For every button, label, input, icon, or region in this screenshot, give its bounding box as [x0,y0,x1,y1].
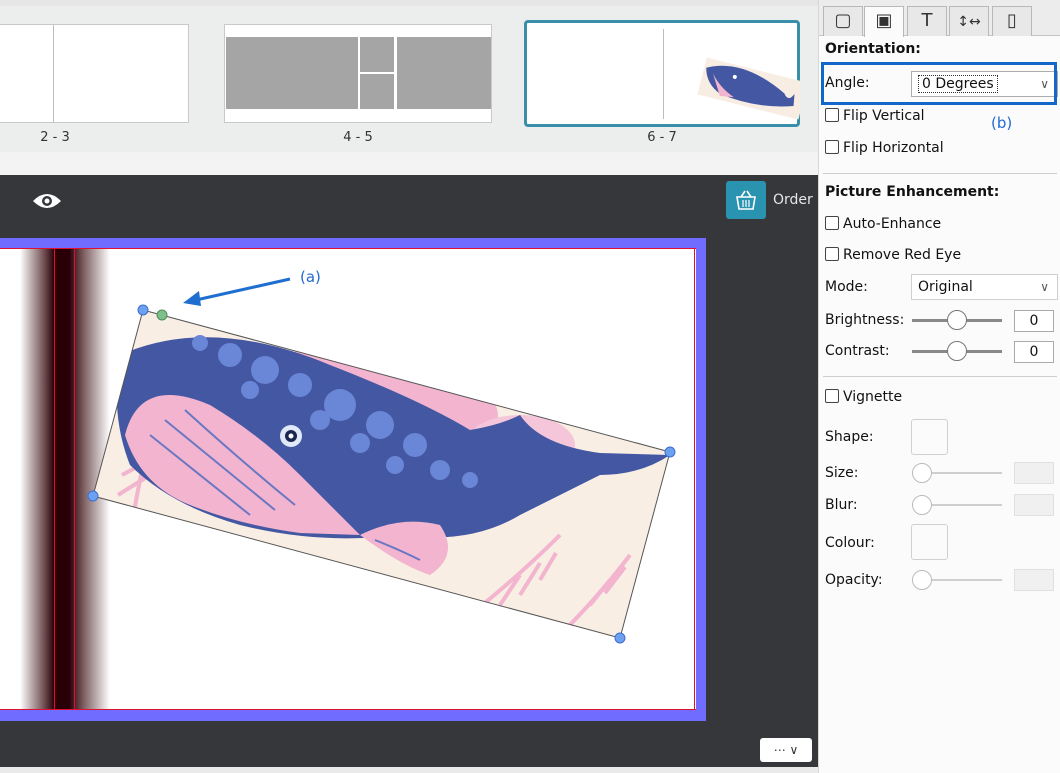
flip-vertical-checkbox[interactable]: Flip Vertical [825,108,925,124]
slider-knob[interactable] [912,463,932,483]
more-options-button[interactable]: ⋯ ∨ [760,738,812,762]
rotate-handle[interactable] [156,309,168,321]
contrast-label: Contrast: [825,343,890,359]
brightness-slider[interactable] [912,309,1002,331]
strip-top-border [0,0,818,6]
remove-red-eye-label: Remove Red Eye [843,247,962,263]
shape-picker[interactable] [911,419,948,455]
thumbnail-photo-bottom [360,74,394,109]
annotation-arrow [195,277,291,302]
slider-knob[interactable] [947,310,967,330]
enhancement-heading: Picture Enhancement: [825,184,1000,200]
properties-panel: ▢ ▣ T ↕↔ ▯ Orientation: Angle: 0 Degrees… [818,0,1060,773]
size-slider[interactable] [912,462,1002,484]
mode-value: Original [918,279,973,295]
tab-text[interactable]: T [907,6,947,36]
slider-knob[interactable] [947,341,967,361]
colour-picker[interactable] [911,524,948,560]
auto-enhance-checkbox[interactable]: Auto-Enhance [825,216,941,232]
thumbnail-strip: 2 - 3 4 - 5 6 - 7 [0,0,818,175]
brightness-label: Brightness: [825,312,905,328]
size-label: Size: [825,465,859,481]
checkbox-icon [825,389,839,403]
checkbox-icon [825,140,839,154]
thumbnail-label-4-5: 4 - 5 [343,130,373,145]
flip-vertical-label: Flip Vertical [843,108,925,124]
tab-page[interactable]: ▯ [992,6,1032,36]
annotation-b: (b) [991,114,1013,132]
text-icon: T [921,10,933,31]
flip-horizontal-label: Flip Horizontal [843,140,944,156]
resize-handle-right[interactable] [664,446,676,458]
opacity-slider[interactable] [912,569,1002,591]
shape-label: Shape: [825,429,874,445]
vignette-checkbox[interactable]: Vignette [825,389,902,405]
blur-value-field[interactable] [1014,494,1054,516]
thumbnail-spread-6-7-selected[interactable] [524,20,800,127]
remove-red-eye-checkbox[interactable]: Remove Red Eye [825,247,961,263]
resize-handle-bottom-right[interactable] [614,632,626,644]
opacity-value-field[interactable] [1014,569,1054,591]
thumbnail-label-6-7: 6 - 7 [647,130,677,145]
thumbnail-label-2-3: 2 - 3 [40,130,70,145]
tab-frame[interactable]: ▢ [823,6,863,36]
canvas-bottom-strip [0,767,818,773]
editor-canvas-area: Order (a) ⋯ ∨ [0,175,818,773]
opacity-label: Opacity: [825,572,883,588]
panel-tabs: ▢ ▣ T ↕↔ ▯ [819,0,1060,37]
size-value-field[interactable] [1014,462,1054,484]
chevron-down-icon: ∨ [1040,280,1049,294]
annotation-arrowhead [183,291,201,306]
rotated-photo[interactable] [93,310,670,638]
checkbox-icon [825,108,839,122]
tab-picture[interactable]: ▣ [864,6,904,37]
section-divider [823,376,1057,377]
tab-spacing[interactable]: ↕↔ [949,6,989,36]
mode-label: Mode: [825,279,868,295]
photo-layer: (a) [87,268,676,644]
slider-knob[interactable] [912,570,932,590]
annotation-highlight-box [821,62,1057,105]
contrast-slider[interactable] [912,340,1002,362]
brightness-value-field[interactable]: 0 [1014,310,1054,332]
auto-enhance-label: Auto-Enhance [843,216,942,232]
spread-fold-line [53,25,54,122]
slider-knob[interactable] [912,495,932,515]
blur-label: Blur: [825,497,858,513]
thumbnail-spread-2-3[interactable] [0,24,189,123]
thumbnail-photo-top [360,37,394,72]
resize-handle-left[interactable] [87,490,99,502]
thumbnail-whale-image [697,57,800,120]
colour-label: Colour: [825,535,875,551]
thumbnail-spread-4-5[interactable] [224,24,492,123]
blur-slider[interactable] [912,494,1002,516]
flip-horizontal-checkbox[interactable]: Flip Horizontal [825,140,944,156]
annotation-a: (a) [300,268,321,286]
checkbox-icon [825,247,839,261]
vignette-label: Vignette [843,389,903,405]
mode-dropdown[interactable]: Original ∨ [911,274,1058,300]
picture-icon: ▣ [875,10,893,31]
orientation-heading: Orientation: [825,41,921,57]
resize-handle-top-left[interactable] [137,304,149,316]
section-divider [823,173,1057,174]
strip-bottom-band [0,152,818,175]
contrast-value-field[interactable]: 0 [1014,341,1054,363]
thumbnail-photo-right [397,37,491,109]
page-icon: ▯ [1007,10,1017,31]
frame-icon: ▢ [834,10,852,31]
checkbox-icon [825,216,839,230]
spacing-icon: ↕↔ [957,14,981,30]
thumbnail-photo-left [226,37,358,109]
